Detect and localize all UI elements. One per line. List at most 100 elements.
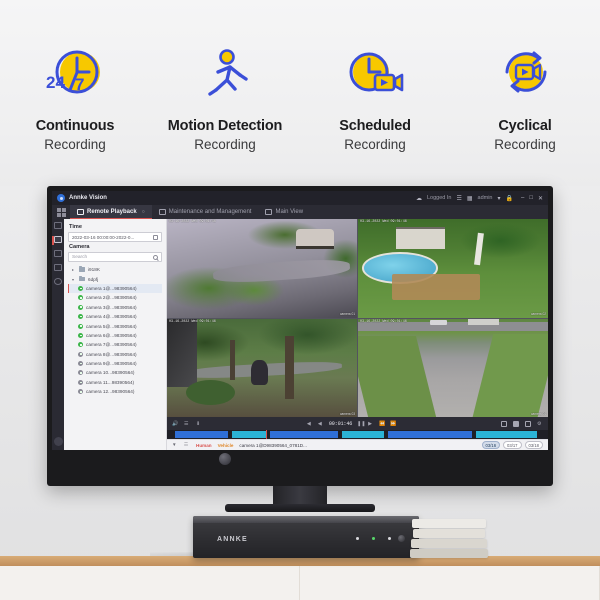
list-item[interactable]: camera 5@...98390564) [68,321,162,330]
feature-subtitle: Recording [494,136,556,154]
video-timestamp: 03-16-2022 Wed 09:01:46 [360,320,407,324]
step-back-icon[interactable]: ◀ [318,421,324,427]
timeline-scrubber[interactable] [167,430,548,439]
list-item[interactable]: camera 2@...98390564) [68,293,162,302]
download-icon[interactable]: ⬇ [196,421,202,427]
timeline-segment[interactable] [175,431,228,438]
tab-label: Maintenance and Management [169,209,252,215]
funnel-icon[interactable]: ▼ [172,442,178,448]
date-chip[interactable]: 03/17 [503,441,521,449]
cabinet-door[interactable] [300,566,600,600]
rail-item-alarm-icon[interactable] [54,278,62,285]
tab-label: Remote Playback [87,209,137,215]
hierarchy-icon[interactable]: ☶ [184,442,190,448]
video-cell[interactable]: 03-16-2022 Wed 09:01:46 camera 01 [167,219,357,318]
timeline-segment[interactable] [476,431,537,438]
fast-forward-icon[interactable]: ⏩ [390,421,396,427]
list-item[interactable]: camera 7@...98390564) [68,340,162,349]
scene-lawn-right [473,334,548,417]
camera-label: camera 2@...98390564) [86,295,137,300]
cabinet-door[interactable] [0,566,300,600]
equalizer-icon[interactable]: ☰ [184,421,190,427]
list-item[interactable]: camera 8@...98390564) [68,350,162,359]
list-icon[interactable]: ☰ [456,195,461,202]
status-badge-vehicle[interactable]: Vehicle [218,443,234,448]
tree-group[interactable]: ▸ i918K [68,265,162,274]
play-icon[interactable]: ▶ [368,421,374,427]
tab-remote-playback[interactable]: Remote Playback ○ [70,205,152,219]
dashboard-grid-icon[interactable] [57,208,66,217]
volume-icon[interactable]: 🔊 [172,421,178,427]
tab-maintenance-and-management[interactable]: Maintenance and Management [152,205,259,219]
nvr-brand-label: ANNKE [217,536,248,543]
camera-offline-icon [78,361,83,366]
rail-item-device-icon[interactable] [54,264,62,271]
list-item[interactable]: camera 9@...98390564) [68,359,162,368]
minimize-button[interactable]: – [521,195,524,202]
timeline-segment[interactable] [342,431,384,438]
date-chip[interactable]: 03/18 [525,441,543,449]
nvr-top-panel [193,516,419,523]
tab-main-view[interactable]: Main View [258,205,310,219]
camera-label: camera 1@...98390564) [86,286,137,291]
search-icon[interactable] [153,255,158,260]
rail-item-liveview-icon[interactable] [54,222,62,229]
timeline-track[interactable] [167,430,548,439]
nvr-power-button[interactable] [398,535,405,542]
snapshot-icon[interactable] [501,421,507,427]
settings-icon[interactable]: ⚙ [537,421,543,427]
left-panel: Time 2022-03-16 00:00:00-2022-0... Camer… [64,219,167,450]
pause-icon[interactable]: ❚❚ [357,421,363,427]
nvr-device: ANNKE [193,516,419,558]
list-item[interactable]: camera 4@...98390564) [68,312,162,321]
chevron-down-icon[interactable]: ▾ [498,195,501,202]
list-item[interactable]: camera 10...98390564) [68,368,162,377]
list-item[interactable]: camera 3@...98390564) [68,303,162,312]
timeline-segment[interactable] [270,431,339,438]
camera-label: camera 3@...98390564) [86,305,137,310]
camera-online-icon [78,305,83,310]
rail-item-archive-icon[interactable] [54,250,62,257]
list-item[interactable]: camera 1@...98390564) [68,284,162,293]
video-cell[interactable]: 03-16-2022 Wed 09:01:46 camera 02 [358,219,548,318]
prev-frame-icon[interactable]: ◀ [307,421,313,427]
calendar-icon[interactable] [153,235,158,240]
camera-offline-icon [78,352,83,357]
apps-icon[interactable]: ▦ [467,195,473,202]
chevron-down-icon[interactable]: ▾ [72,277,76,282]
grid-layout-icon[interactable] [513,421,519,427]
list-item[interactable]: camera 12...98390564) [68,387,162,396]
search-placeholder: Search [72,255,87,260]
scene-shed [396,227,445,249]
fullscreen-icon[interactable] [525,421,531,427]
feature-subtitle: Recording [44,136,106,154]
close-icon[interactable]: ○ [142,209,145,215]
time-range-input[interactable]: 2022-03-16 00:00:00-2022-0... [68,232,162,242]
feature-strip: 24 7 Continuous Recording Motion Detecti… [0,0,600,186]
timeline-segment[interactable] [232,431,266,438]
video-cell[interactable]: 03-16-2022 Wed 09:01:46 camera 04 [358,319,548,418]
list-item[interactable]: camera 6@...98390564) [68,331,162,340]
status-badge-human[interactable]: Human [196,443,212,448]
tree-group[interactable]: ▾ 6dpfj [68,274,162,283]
close-button[interactable]: ✕ [538,195,543,202]
timeline-cursor[interactable] [266,430,267,439]
user-menu[interactable]: admin [478,195,493,201]
monitor-power-icon [219,453,231,465]
rewind-icon[interactable]: ⏪ [379,421,385,427]
search-input[interactable]: Search [68,252,162,262]
list-item[interactable]: camera 11...98390564) [68,378,162,387]
led-indicator-icon [356,537,359,540]
video-cell[interactable]: 03-16-2022 Wed 09:01:46 camera 03 [167,319,357,418]
rail-item-playback-icon[interactable] [54,236,62,243]
chevron-right-icon[interactable]: ▸ [72,267,76,272]
maximize-button[interactable]: □ [529,195,533,202]
feature-title: Cyclical [498,118,551,135]
video-timestamp: 03-16-2022 Wed 09:01:46 [360,220,407,224]
scene-bush [186,380,235,406]
timeline-segment[interactable] [388,431,472,438]
lock-icon[interactable]: 🔒 [506,195,513,202]
rail-item-home-icon[interactable] [54,437,63,446]
date-chip[interactable]: 03/16 [482,441,500,449]
main-view-icon [265,209,272,215]
